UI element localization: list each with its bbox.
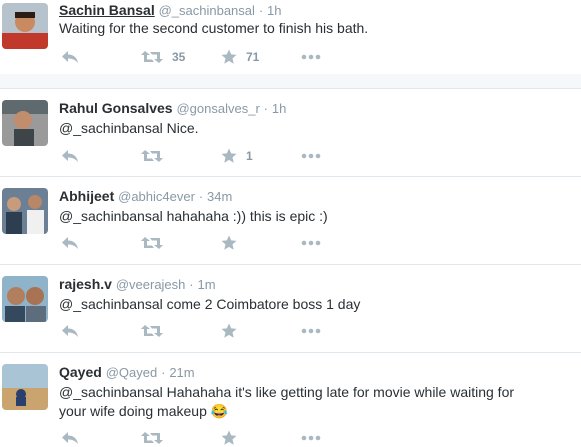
favorite-count: 1: [246, 149, 253, 163]
conversation-gap: [0, 74, 581, 88]
author-name[interactable]: Qayed: [59, 364, 102, 380]
favorite-button[interactable]: [221, 322, 246, 340]
retweet-button[interactable]: [141, 429, 172, 447]
more-button[interactable]: [301, 429, 321, 447]
retweet-button[interactable]: [141, 147, 172, 165]
favorite-button[interactable]: 71: [221, 48, 259, 66]
star-icon: [221, 430, 237, 445]
tweet-header: Abhijeet @abhic4ever · 34m: [59, 188, 232, 204]
reply-button[interactable]: [61, 234, 79, 252]
separator-dot: ·: [263, 101, 269, 116]
more-icon: [301, 328, 321, 334]
author-handle[interactable]: @_sachinbansal: [159, 3, 255, 18]
tweet-2[interactable]: Rahul Gonsalves @gonsalves_r · 1h @_sach…: [0, 89, 581, 176]
retweet-icon: [141, 150, 163, 162]
more-icon: [301, 435, 321, 441]
reply-button[interactable]: [61, 322, 79, 340]
reply-button[interactable]: [61, 429, 79, 447]
avatar[interactable]: [2, 3, 48, 49]
tweet-header: Sachin Bansal @_sachinbansal · 1h: [59, 2, 282, 18]
author-name[interactable]: Sachin Bansal: [59, 2, 155, 18]
reply-icon: [62, 432, 78, 444]
favorite-button[interactable]: [221, 429, 246, 447]
retweet-count: 35: [172, 50, 186, 64]
tweet-text: Waiting for the second customer to finis…: [59, 20, 369, 36]
reply-icon: [62, 150, 78, 162]
author-handle[interactable]: @Qayed: [106, 365, 158, 380]
tweet-5[interactable]: Qayed @Qayed · 21m @_sachinbansal Hahaha…: [0, 353, 581, 447]
reply-button[interactable]: [61, 48, 79, 66]
timestamp[interactable]: 1m: [198, 277, 216, 292]
more-button[interactable]: [301, 234, 321, 252]
tweet-text: @_sachinbansal Hahahaha it's like gettin…: [59, 384, 515, 419]
star-icon: [221, 323, 237, 338]
author-handle[interactable]: @abhic4ever: [118, 189, 195, 204]
more-button[interactable]: [301, 322, 321, 340]
favorite-count: 71: [246, 50, 260, 64]
separator-dot: ·: [161, 365, 166, 380]
favorite-button[interactable]: [221, 234, 246, 252]
tweet-header: rajesh.v @veerajesh · 1m: [59, 276, 216, 292]
timestamp[interactable]: 1h: [267, 3, 281, 18]
separator-dot: ·: [189, 277, 194, 292]
reply-button[interactable]: [61, 147, 79, 165]
favorite-button[interactable]: 1: [221, 147, 253, 165]
tweet-3[interactable]: Abhijeet @abhic4ever · 34m @_sachinbansa…: [0, 177, 581, 264]
more-icon: [301, 54, 321, 60]
more-button[interactable]: [301, 147, 321, 165]
star-icon: [221, 148, 237, 163]
tweet-text: @_sachinbansal Nice.: [59, 120, 199, 136]
avatar[interactable]: [2, 276, 48, 322]
author-handle[interactable]: @veerajesh: [116, 277, 186, 292]
timestamp[interactable]: 1h: [272, 101, 286, 116]
timestamp[interactable]: 21m: [169, 365, 194, 380]
author-name[interactable]: rajesh.v: [59, 276, 112, 292]
retweet-icon: [141, 325, 163, 337]
retweet-button[interactable]: [141, 322, 172, 340]
retweet-icon: [141, 432, 163, 444]
tweet-4[interactable]: rajesh.v @veerajesh · 1m @_sachinbansal …: [0, 265, 581, 352]
avatar[interactable]: [2, 364, 48, 410]
author-handle[interactable]: @gonsalves_r: [176, 101, 259, 116]
tweet-header: Qayed @Qayed · 21m: [59, 364, 195, 380]
reply-icon: [62, 325, 78, 337]
star-icon: [221, 49, 237, 64]
reply-icon: [62, 237, 78, 249]
separator-dot: ·: [258, 3, 264, 18]
retweet-button[interactable]: [141, 234, 172, 252]
tweet-header: Rahul Gonsalves @gonsalves_r · 1h: [59, 100, 286, 116]
retweet-icon: [141, 237, 163, 249]
avatar[interactable]: [2, 100, 48, 146]
more-button[interactable]: [301, 48, 321, 66]
retweet-button[interactable]: 35: [141, 48, 185, 66]
tweet-text: @_sachinbansal hahahaha :)) this is epic…: [59, 208, 328, 224]
retweet-icon: [141, 51, 163, 63]
tweet-1[interactable]: Sachin Bansal @_sachinbansal · 1h Waitin…: [0, 0, 581, 74]
star-icon: [221, 235, 237, 250]
author-name[interactable]: Abhijeet: [59, 188, 114, 204]
reply-icon: [62, 51, 78, 63]
more-icon: [301, 240, 321, 246]
tweet-text: @_sachinbansal come 2 Coimbatore boss 1 …: [59, 296, 361, 312]
timestamp[interactable]: 34m: [207, 189, 232, 204]
avatar[interactable]: [2, 188, 48, 234]
more-icon: [301, 153, 321, 159]
separator-dot: ·: [198, 189, 204, 204]
author-name[interactable]: Rahul Gonsalves: [59, 100, 173, 116]
